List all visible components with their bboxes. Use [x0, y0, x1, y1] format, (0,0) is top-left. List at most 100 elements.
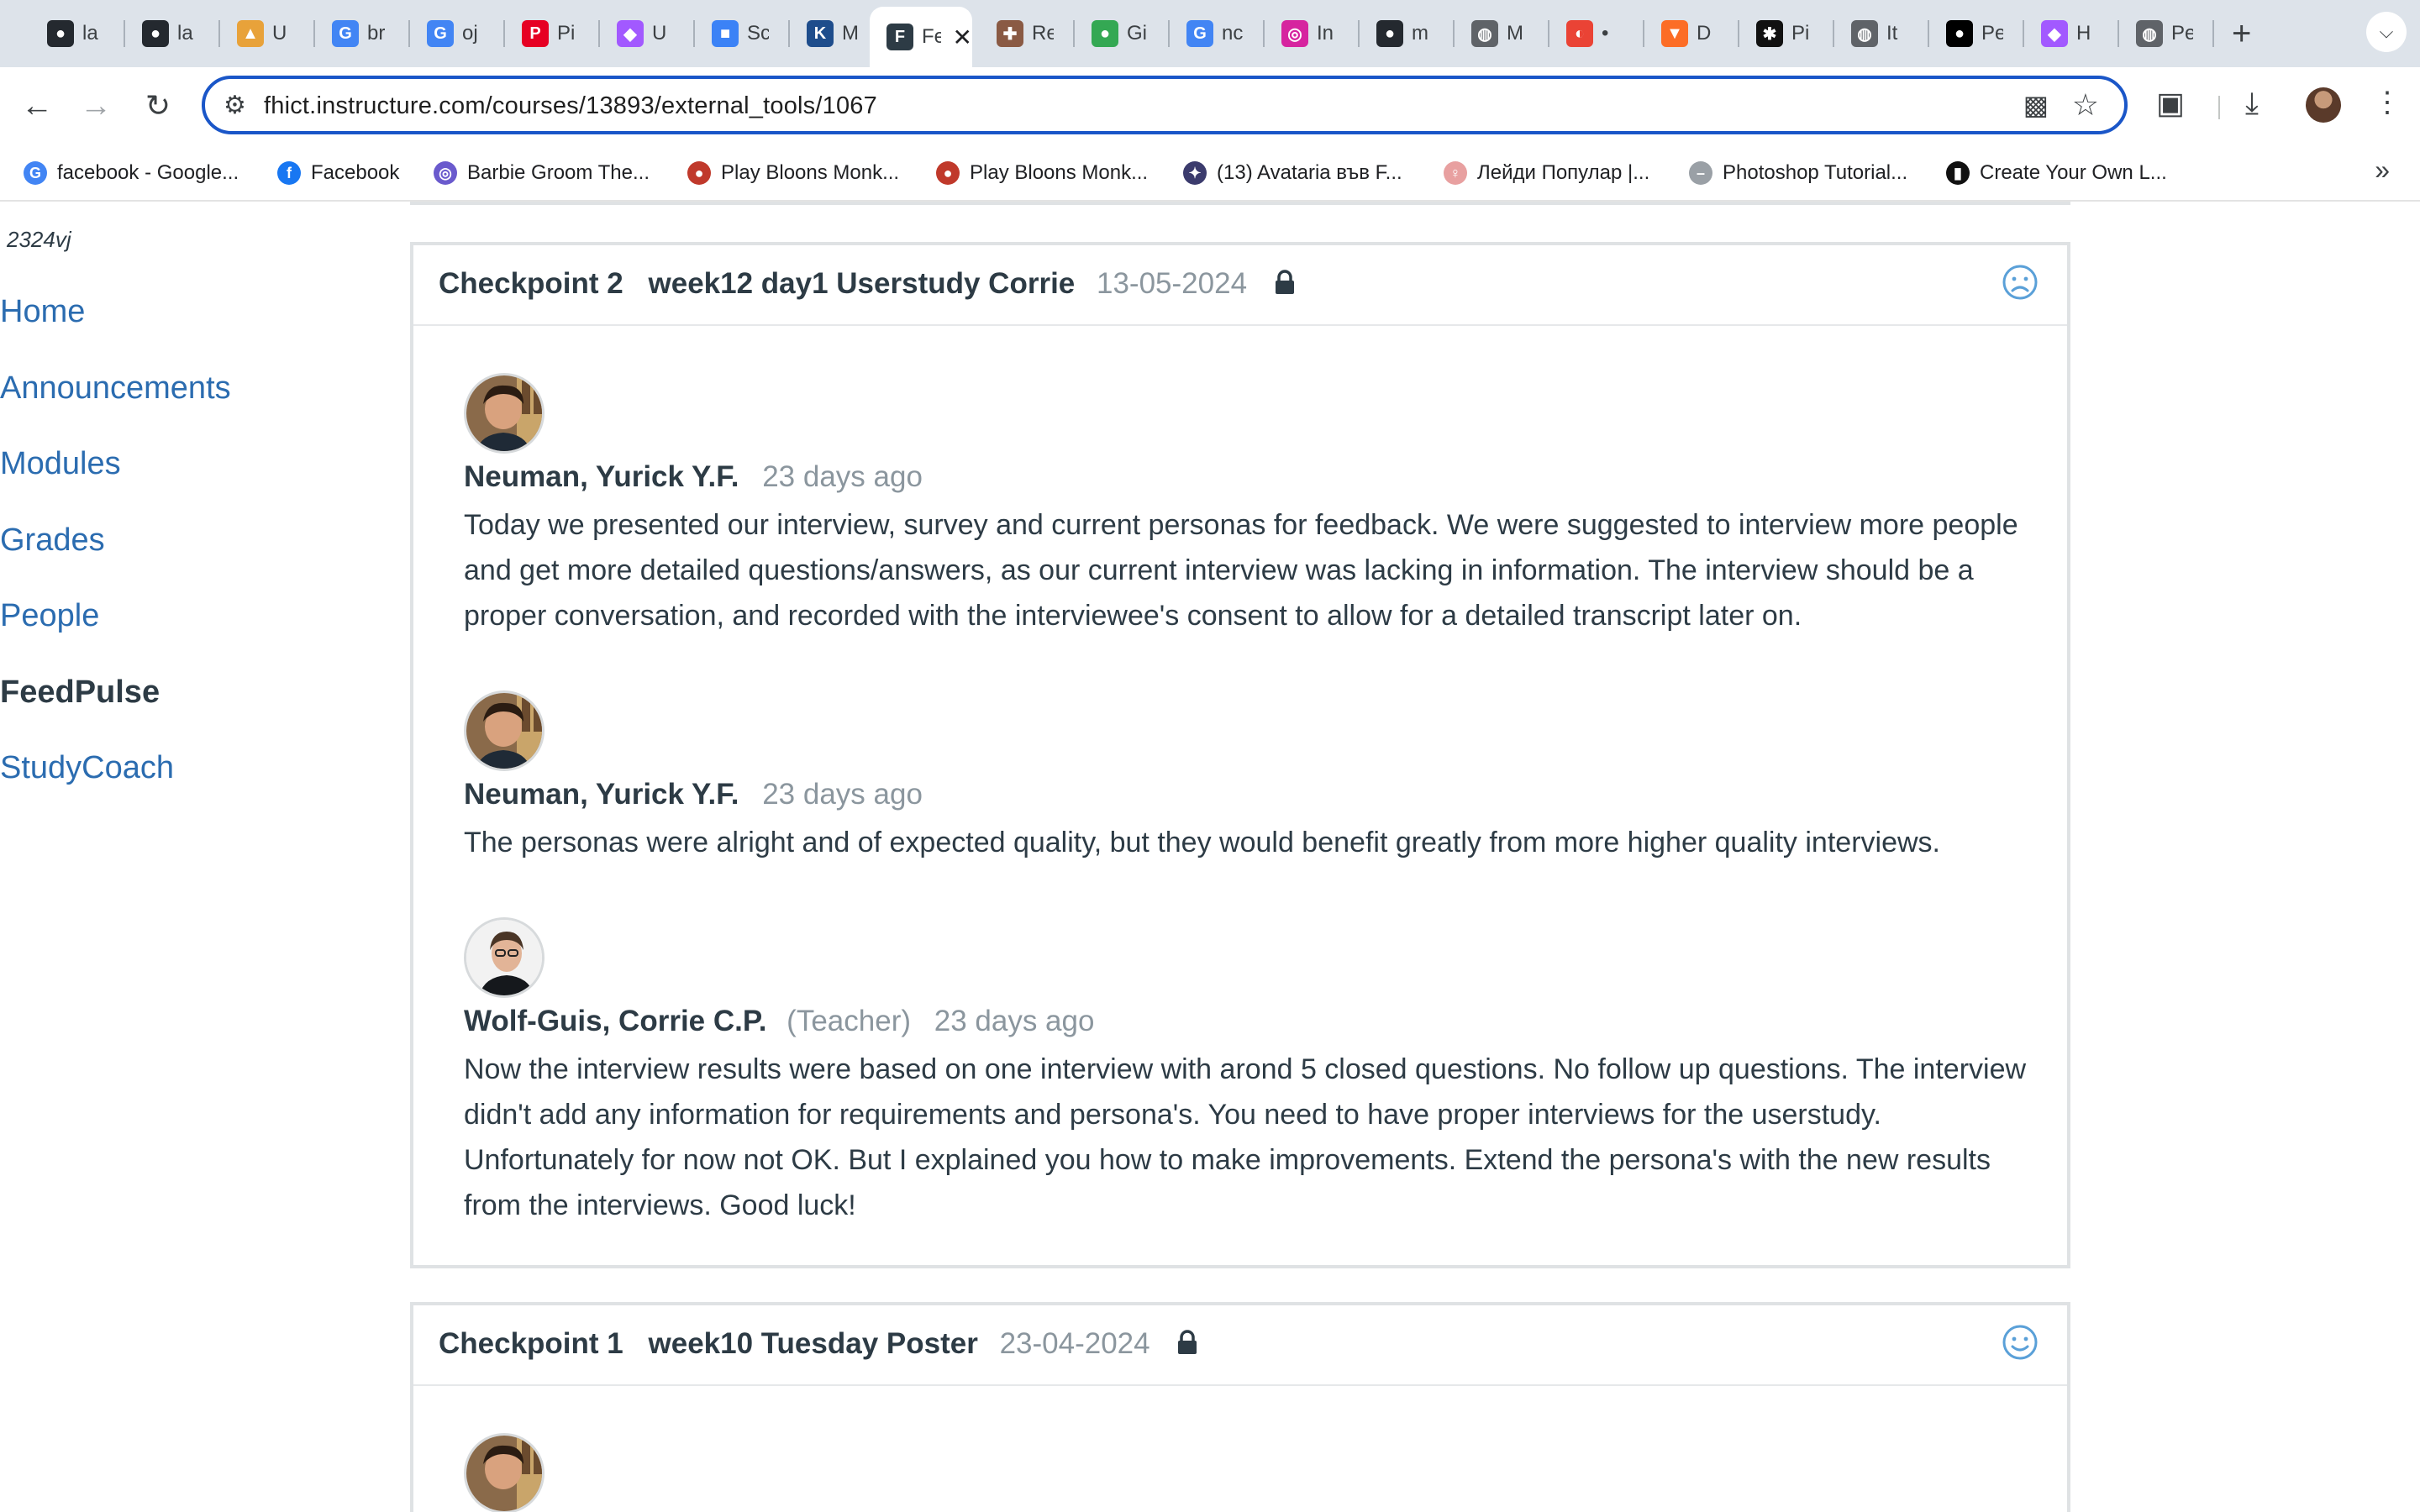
nav-link-feedpulse[interactable]: FeedPulse	[0, 675, 160, 711]
bookmark-item[interactable]: ✦ (13) Avataria във F...	[1183, 158, 1402, 188]
browser-tab[interactable]: ● Pe	[1929, 10, 2024, 57]
tab-title: In	[1317, 22, 1334, 45]
tab-title: U	[272, 22, 287, 45]
bookmark-item[interactable]: ◎ Barbie Groom The...	[434, 158, 650, 188]
bookmark-item[interactable]: – Photoshop Tutorial...	[1689, 158, 1907, 188]
tab-title: H	[2076, 22, 2091, 45]
checkpoint-title: Checkpoint 1 week10 Tuesday Poster 23-04…	[439, 1327, 1198, 1361]
comment-time: 23 days ago	[762, 460, 923, 493]
tab-title: It	[1886, 22, 1898, 45]
browser-tab[interactable]: ◐ •	[1549, 10, 1644, 57]
more-bookmarks-chevron-icon[interactable]: »	[2375, 155, 2390, 186]
bookmark-star-icon[interactable]: ☆	[2072, 87, 2099, 123]
tab-title: D	[1697, 22, 1712, 45]
tab-title: M	[1507, 22, 1523, 45]
bookmark-item[interactable]: ● Play Bloons Monk...	[687, 158, 899, 188]
tab-separator	[2212, 20, 2214, 47]
browser-tab[interactable]: ◍ Pe	[2119, 10, 2214, 57]
install-app-icon[interactable]: ▩	[2023, 89, 2049, 121]
nav-link-studycoach[interactable]: StudyCoach	[0, 750, 174, 786]
browser-tab[interactable]: Gnc	[1170, 10, 1265, 57]
browser-tab[interactable]: ■ Sc	[695, 10, 790, 57]
tab-title: oj	[462, 22, 478, 45]
nav-link-home[interactable]: Home	[0, 294, 85, 330]
globe-icon: ◍	[1471, 20, 1498, 47]
new-tab-plus-icon[interactable]: +	[2232, 15, 2251, 52]
nav-link-people[interactable]: People	[0, 598, 99, 634]
checkpoint-name: Checkpoint 2	[439, 267, 623, 300]
bookmark-label: Лейди Популар |...	[1477, 161, 1650, 184]
bookmark-item[interactable]: ♀ Лейди Популар |...	[1444, 158, 1649, 188]
bookmark-label: Photoshop Tutorial...	[1723, 161, 1908, 184]
tab-search-chevron-icon[interactable]: ⌵	[2366, 12, 2407, 52]
figma-icon: ◆	[2041, 20, 2068, 47]
google-icon: G	[332, 20, 359, 47]
bookmark-item[interactable]: ● Play Bloons Monk...	[936, 158, 1148, 188]
happy-face-icon	[2002, 1325, 2038, 1360]
graduation-cap-icon: ▲	[237, 20, 264, 47]
browser-tab[interactable]: ▲ U	[220, 10, 315, 57]
browser-tab[interactable]: ◆ U	[600, 10, 695, 57]
comment	[464, 1433, 2044, 1512]
bookmark-label: facebook - Google...	[57, 161, 239, 184]
more-menu-icon[interactable]: ⋮	[2373, 86, 2402, 119]
bookmark-item[interactable]: ▮ Create Your Own L...	[1946, 158, 2167, 188]
comment-author: Neuman, Yurick Y.F.	[464, 778, 739, 811]
tab-title: U	[652, 22, 667, 45]
checkpoint-subtitle: week10 Tuesday Poster	[648, 1327, 978, 1360]
tab-title: Pi	[1791, 22, 1810, 45]
browser-tab[interactable]: P Pi	[505, 10, 600, 57]
google-lens-icon: ◐	[1566, 20, 1593, 47]
bookmark-item[interactable]: f Facebook	[277, 158, 399, 188]
browser-tab[interactable]: ● la	[125, 10, 220, 57]
browser-tab[interactable]: Goj	[410, 10, 505, 57]
browser-tab[interactable]: ◆ H	[2024, 10, 2119, 57]
browser-tab[interactable]: ▼ D	[1644, 10, 1739, 57]
download-icon[interactable]: ⤓	[2245, 86, 2259, 122]
bookmark-item[interactable]: Gfacebook - Google...	[24, 158, 239, 188]
browser-tab[interactable]: ✱ Pi	[1739, 10, 1834, 57]
profile-avatar[interactable]	[2306, 87, 2341, 123]
browser-tab[interactable]: ✚ Re	[980, 10, 1075, 57]
extensions-puzzle-icon[interactable]: ▣	[2156, 86, 2185, 121]
browser-tab[interactable]: F Fe ✕	[870, 7, 972, 67]
browser-tab[interactable]: ◍ M	[1455, 10, 1549, 57]
puzzle-piece-icon: ✚	[997, 20, 1023, 47]
comment-author: Neuman, Yurick Y.F.	[464, 460, 739, 493]
comment-text: The personas were alright and of expecte…	[464, 827, 1940, 858]
checkpoint-date: 23-04-2024	[999, 1327, 1150, 1360]
avataria-icon: ✦	[1183, 161, 1207, 185]
nav-link-grades[interactable]: Grades	[0, 522, 105, 559]
site-info-icon[interactable]: ⚙	[224, 91, 246, 120]
address-bar[interactable]: ⚙ fhict.instructure.com/courses/13893/ex…	[202, 76, 2128, 134]
browser-toolbar: ← → ↻ ⚙ fhict.instructure.com/courses/13…	[0, 67, 2420, 143]
lock-icon	[1275, 270, 1294, 294]
bookmark-label: (13) Avataria във F...	[1217, 161, 1402, 184]
toolbar-divider	[2218, 96, 2220, 119]
pinterest-icon: P	[522, 20, 549, 47]
reload-icon[interactable]: ↻	[138, 86, 178, 126]
nav-link-announcements[interactable]: Announcements	[0, 370, 231, 407]
maps-pin-icon: ●	[1092, 20, 1118, 47]
browser-tab[interactable]: Gbr	[315, 10, 410, 57]
checkpoint-title: Checkpoint 2 week12 day1 Userstudy Corri…	[439, 267, 1296, 301]
tab-title: Gi	[1127, 22, 1147, 45]
browser-tab[interactable]: ● m	[1360, 10, 1455, 57]
barbie-icon: ◎	[434, 161, 457, 185]
browser-tab[interactable]: ◍ It	[1834, 10, 1929, 57]
back-arrow-icon[interactable]: ←	[17, 86, 57, 126]
nav-link-modules[interactable]: Modules	[0, 446, 121, 482]
sad-face-icon	[2002, 265, 2038, 300]
browser-tab[interactable]: ◎ In	[1265, 10, 1360, 57]
forward-arrow-icon[interactable]: →	[76, 86, 116, 126]
globe-icon: ◍	[1851, 20, 1878, 47]
tab-title: Fe	[922, 25, 941, 48]
dash-icon: –	[1689, 161, 1712, 185]
checkpoint-header[interactable]: Checkpoint 1 week10 Tuesday Poster 23-04…	[413, 1305, 2067, 1386]
browser-tab[interactable]: ● la	[30, 10, 125, 57]
url-text[interactable]: fhict.instructure.com/courses/13893/exte…	[264, 92, 877, 120]
checkpoint-header[interactable]: Checkpoint 2 week12 day1 Userstudy Corri…	[413, 245, 2067, 326]
bloons-icon: ●	[936, 161, 960, 185]
browser-tab[interactable]: ● Gi	[1075, 10, 1170, 57]
close-tab-icon[interactable]: ✕	[953, 24, 972, 51]
